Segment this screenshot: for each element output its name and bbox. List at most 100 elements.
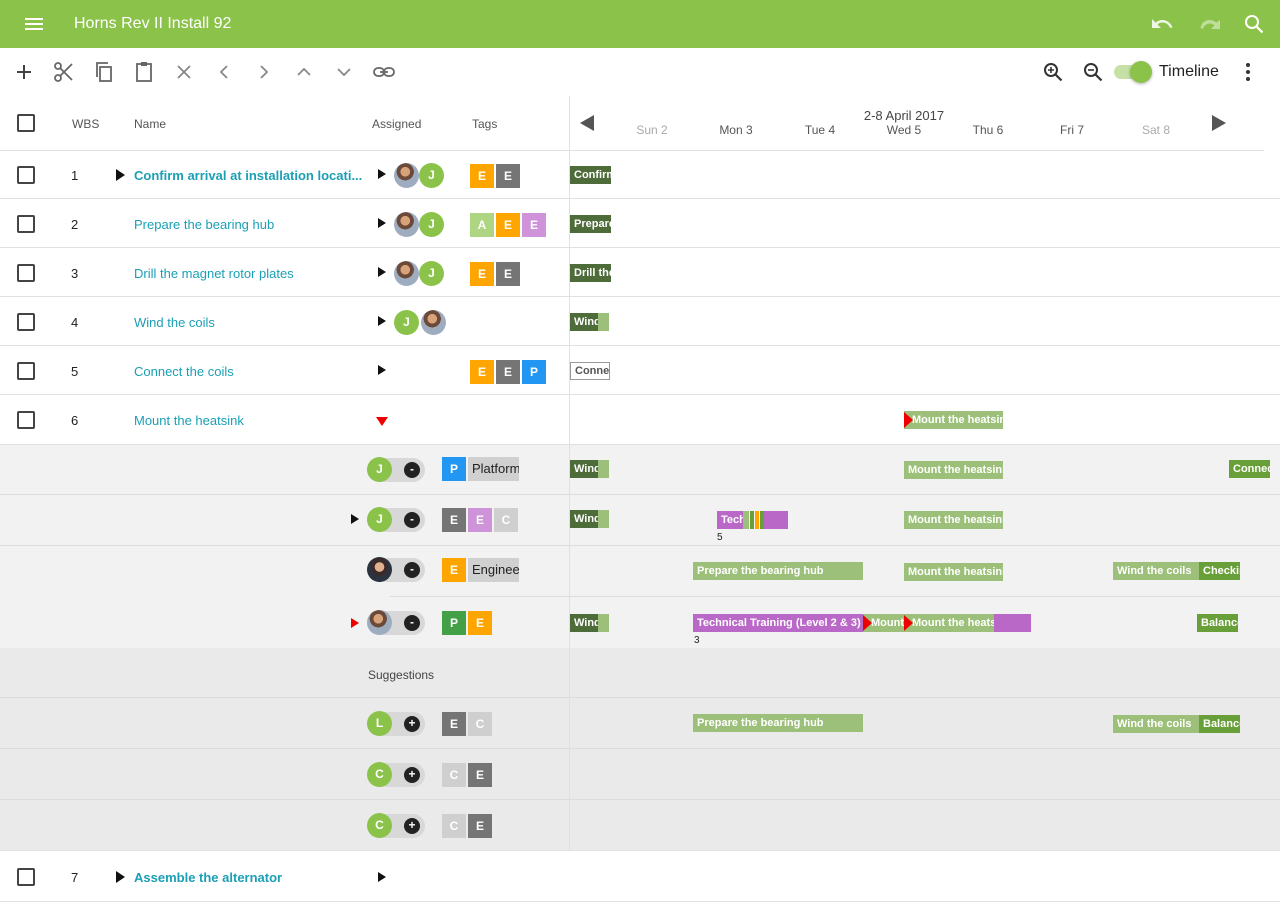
task-name[interactable]: Mount the heatsink (134, 413, 244, 428)
tag-badge[interactable]: E (468, 611, 492, 635)
tag-badge[interactable]: P (442, 611, 466, 635)
gantt-bar[interactable]: Balance (1199, 715, 1240, 733)
tag-badge[interactable]: E (468, 508, 492, 532)
tag-badge[interactable]: C (468, 712, 492, 736)
tag-badge[interactable]: C (442, 763, 466, 787)
column-header-name[interactable]: Name (134, 117, 166, 131)
tag-badge[interactable]: E (468, 814, 492, 838)
paste-icon[interactable] (132, 60, 156, 84)
task-name[interactable]: Prepare the bearing hub (134, 217, 274, 232)
row-checkbox[interactable] (17, 313, 35, 331)
gantt-bar[interactable]: Tech (717, 511, 743, 529)
assigned-expand-icon[interactable] (378, 218, 386, 228)
expand-icon[interactable] (351, 618, 359, 628)
more-vert-icon[interactable] (1236, 60, 1260, 84)
gantt-bar[interactable]: Connec (570, 362, 610, 380)
column-header-assigned[interactable]: Assigned (372, 117, 421, 131)
suggestion-pill[interactable]: C + (367, 762, 425, 787)
chevron-up-icon[interactable] (292, 60, 316, 84)
tag-badge[interactable]: P (522, 360, 546, 384)
task-name[interactable]: Confirm arrival at installation locati..… (134, 168, 362, 183)
timeline-toggle[interactable] (1114, 61, 1152, 83)
column-header-tags[interactable]: Tags (472, 117, 497, 131)
tag-badge[interactable]: E (442, 558, 466, 582)
tag-badge[interactable]: E (522, 213, 546, 237)
chevron-down-icon[interactable] (332, 60, 356, 84)
timeline-prev-arrow[interactable] (580, 115, 594, 131)
gantt-bar[interactable]: Wind the coils (1113, 715, 1199, 733)
gantt-bar[interactable]: Mount the heatsin (904, 614, 994, 632)
gantt-bar[interactable]: Mount the heatsink (904, 461, 1003, 479)
gantt-bar[interactable]: Confirm (570, 166, 611, 184)
gantt-bar-segment[interactable] (743, 511, 749, 529)
task-name[interactable]: Connect the coils (134, 364, 234, 379)
resource-pill[interactable]: J- (367, 457, 425, 482)
row-checkbox[interactable] (17, 411, 35, 429)
row-checkbox[interactable] (17, 264, 35, 282)
gantt-bar-segment[interactable] (764, 511, 788, 529)
task-name[interactable]: Assemble the alternator (134, 870, 282, 885)
collapse-icon[interactable] (376, 417, 388, 426)
tag-label[interactable]: Enginee (468, 558, 519, 582)
gantt-bar[interactable]: Mount the heatsink (904, 411, 1003, 429)
tag-badge[interactable]: E (470, 360, 494, 384)
resource-pill[interactable]: J- (367, 507, 425, 532)
expand-icon[interactable] (116, 871, 125, 883)
task-name[interactable]: Drill the magnet rotor plates (134, 266, 294, 281)
gantt-bar[interactable]: Windth (570, 510, 598, 528)
undo-icon[interactable] (1150, 12, 1174, 36)
tag-badge[interactable]: E (442, 712, 466, 736)
row-checkbox[interactable] (17, 868, 35, 886)
row-checkbox[interactable] (17, 362, 35, 380)
tag-badge[interactable]: E (442, 508, 466, 532)
gantt-bar-segment[interactable] (598, 614, 609, 632)
gantt-bar[interactable]: Technical Training (Level 2 & 3) (693, 614, 863, 632)
add-icon[interactable] (12, 60, 36, 84)
tag-badge[interactable]: P (442, 457, 466, 481)
gantt-bar[interactable]: Drill the (570, 264, 611, 282)
tag-badge[interactable]: A (470, 213, 494, 237)
column-header-wbs[interactable]: WBS (72, 117, 99, 131)
copy-icon[interactable] (92, 60, 116, 84)
tag-badge[interactable]: E (470, 262, 494, 286)
tag-badge[interactable]: E (496, 213, 520, 237)
tag-label[interactable]: Platform (468, 457, 519, 481)
assigned-expand-icon[interactable] (378, 365, 386, 375)
gantt-bar[interactable]: Balance (1197, 614, 1238, 632)
gantt-bar[interactable]: Prepare the bearing hub (693, 562, 863, 580)
gantt-bar[interactable]: Checkin (1199, 562, 1240, 580)
redo-icon[interactable] (1198, 12, 1222, 36)
chevron-left-icon[interactable] (212, 60, 236, 84)
resource-pill[interactable]: - (367, 610, 425, 635)
link-icon[interactable] (372, 60, 396, 84)
grid-divider[interactable] (569, 96, 570, 851)
expand-icon[interactable] (116, 169, 125, 181)
gantt-bar[interactable]: Connec (1229, 460, 1270, 478)
timeline-next-arrow[interactable] (1212, 115, 1226, 131)
menu-icon[interactable] (22, 12, 46, 36)
gantt-bar-segment[interactable] (994, 614, 1031, 632)
delete-icon[interactable] (172, 60, 196, 84)
gantt-bar[interactable]: Prepare the bearing hub (693, 714, 863, 732)
assigned-expand-icon[interactable] (378, 872, 386, 882)
tag-badge[interactable]: C (442, 814, 466, 838)
assigned-expand-icon[interactable] (378, 169, 386, 179)
row-checkbox[interactable] (17, 166, 35, 184)
suggestion-pill[interactable]: L + (367, 711, 425, 736)
cut-icon[interactable] (52, 60, 76, 84)
gantt-bar[interactable]: Windth (570, 460, 598, 478)
tag-badge[interactable]: E (496, 262, 520, 286)
task-name[interactable]: Wind the coils (134, 315, 215, 330)
tag-badge[interactable]: E (468, 763, 492, 787)
tag-badge[interactable]: E (470, 164, 494, 188)
expand-icon[interactable] (351, 514, 359, 524)
gantt-bar[interactable]: Windth (570, 614, 598, 632)
gantt-bar-segment[interactable] (598, 313, 609, 331)
gantt-bar[interactable]: Wind the coils (1113, 562, 1199, 580)
search-icon[interactable] (1242, 12, 1266, 36)
chevron-right-icon[interactable] (252, 60, 276, 84)
assigned-expand-icon[interactable] (378, 267, 386, 277)
gantt-bar-segment[interactable] (598, 460, 609, 478)
gantt-bar[interactable]: Mount the heatsink (904, 511, 1003, 529)
zoom-in-icon[interactable] (1041, 60, 1065, 84)
